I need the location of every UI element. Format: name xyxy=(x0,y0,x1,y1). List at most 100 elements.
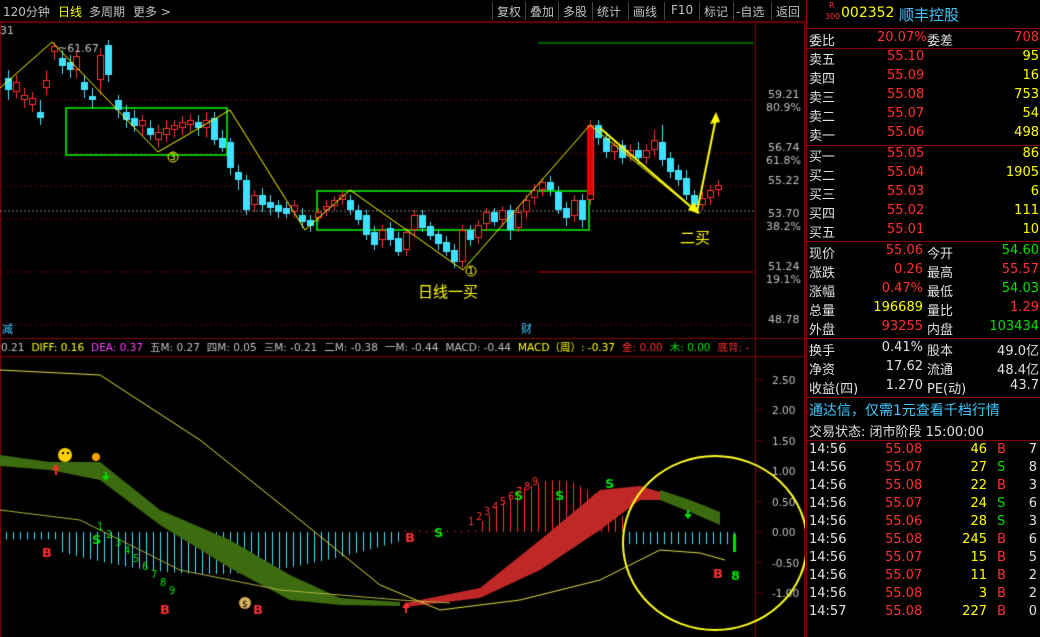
ask-label: 卖一 xyxy=(809,129,836,144)
period-120min-tab[interactable]: 120分钟 xyxy=(3,3,50,20)
stock-header: R 300 002352 顺丰控股 xyxy=(807,1,1040,26)
toolbar-divider xyxy=(558,2,559,20)
quote-value: 196689 xyxy=(873,300,923,315)
tick-side: S xyxy=(997,496,1006,511)
order-diff-value: 708 xyxy=(1014,30,1039,45)
ask-row: 卖五 55.10 95 xyxy=(807,49,1040,68)
promo-text[interactable]: 通达信，仅需1元查看千档行情 xyxy=(809,400,1000,420)
tick-time: 14:56 xyxy=(809,532,847,547)
f10-button[interactable]: F10 xyxy=(671,3,693,17)
tick-price: 55.08 xyxy=(885,604,923,619)
draw-line-button[interactable]: 画线 xyxy=(633,3,657,20)
divider xyxy=(807,28,1040,29)
quote-value: 0.47% xyxy=(881,281,923,296)
tick-time: 14:56 xyxy=(809,496,847,511)
tick-time: 14:56 xyxy=(809,568,847,583)
ask-price: 55.08 xyxy=(887,87,925,102)
ask-volume: 95 xyxy=(1022,49,1039,64)
divider xyxy=(807,241,1040,242)
tick-volume: 27 xyxy=(970,460,987,475)
bid-price: 55.04 xyxy=(887,165,925,180)
tick-volume: 3 xyxy=(978,586,987,601)
ask-row: 卖二 55.07 54 xyxy=(807,106,1040,125)
multi-period-tab[interactable]: 多周期 xyxy=(89,3,125,20)
bid-label: 买四 xyxy=(809,207,836,222)
tick-time: 14:56 xyxy=(809,514,847,529)
more-menu[interactable]: 更多 > xyxy=(133,3,171,20)
tick-price: 55.08 xyxy=(885,442,923,457)
mark-button[interactable]: 标记 xyxy=(704,3,728,20)
quote-value: 55.06 xyxy=(885,243,923,258)
stock-name: 顺丰控股 xyxy=(899,6,960,24)
quote-row: 外盘 93255 内盘 103434 xyxy=(807,319,1040,338)
tick-count: 3 xyxy=(1028,514,1037,529)
tick-time: 14:56 xyxy=(809,460,847,475)
quote-label: 涨幅 xyxy=(809,285,836,300)
tick-price: 55.08 xyxy=(885,478,923,493)
fund-label: 流通 xyxy=(927,363,954,378)
tick-count: 8 xyxy=(1028,460,1037,475)
quote-value: 54.03 xyxy=(1001,281,1039,296)
ask-price: 55.06 xyxy=(887,125,925,140)
tick-volume: 28 xyxy=(970,514,987,529)
ask-label: 卖四 xyxy=(809,72,836,87)
bid-volume: 6 xyxy=(1030,184,1039,199)
ask-label: 卖五 xyxy=(809,53,836,68)
stock-code: 002352 xyxy=(841,5,895,21)
tick-side: B xyxy=(997,586,1006,601)
ask-row: 卖四 55.09 16 xyxy=(807,68,1040,87)
multi-stock-button[interactable]: 多股 xyxy=(563,3,587,20)
quote-value: 1.29 xyxy=(1010,300,1039,315)
bid-row: 买一 55.05 86 xyxy=(807,146,1040,165)
divider xyxy=(807,440,1040,441)
quote-value: 0.26 xyxy=(894,262,923,277)
fund-row: 收益(四) 1.270 PE(动) 43.7 xyxy=(807,378,1040,397)
toolbar-divider xyxy=(664,2,665,20)
quote-label: 外盘 xyxy=(809,323,836,338)
tick-time: 14:56 xyxy=(809,478,847,493)
period-daily-tab[interactable]: 日线 xyxy=(58,3,82,20)
ask-volume: 54 xyxy=(1022,106,1039,121)
tick-count: 0 xyxy=(1028,604,1037,619)
ask-volume: 498 xyxy=(1014,125,1039,140)
tick-row: 14:57 55.08 227 B 0 xyxy=(807,604,1040,622)
promo-banner[interactable]: 通达信，仅需1元查看千档行情 xyxy=(807,400,1040,420)
back-button[interactable]: 返回 xyxy=(776,3,800,20)
quote-label: 涨跌 xyxy=(809,266,836,281)
tick-side: B xyxy=(997,478,1006,493)
fund-value: 49.0亿 xyxy=(997,344,1039,359)
fund-label: 收益(四) xyxy=(809,382,859,397)
fuquan-button[interactable]: 复权 xyxy=(497,3,521,20)
trade-status-text: 交易状态: 闭市阶段 15:00:00 xyxy=(809,425,985,440)
add-favorite-button[interactable]: -自选 xyxy=(736,3,764,20)
ask-label: 卖二 xyxy=(809,110,836,125)
toolbar-divider xyxy=(733,2,734,20)
quote-label: 量比 xyxy=(927,304,954,319)
overlay-button[interactable]: 叠加 xyxy=(530,3,554,20)
tick-time: 14:57 xyxy=(809,604,847,619)
toolbar-divider xyxy=(592,2,593,20)
tick-row: 14:56 55.08 22 B 3 xyxy=(807,478,1040,496)
toolbar-divider xyxy=(699,2,700,20)
ask-price: 55.09 xyxy=(887,68,925,83)
kline-chart[interactable] xyxy=(0,0,805,637)
bid-row: 买四 55.02 111 xyxy=(807,203,1040,222)
tick-price: 55.07 xyxy=(885,460,923,475)
tick-volume: 46 xyxy=(970,442,987,457)
tick-row: 14:56 55.06 28 S 3 xyxy=(807,514,1040,532)
r-badge: R xyxy=(829,1,835,10)
tick-price: 55.08 xyxy=(885,532,923,547)
tick-row: 14:56 55.07 11 B 2 xyxy=(807,568,1040,586)
ask-price: 55.07 xyxy=(887,106,925,121)
toolbar-divider xyxy=(771,2,772,20)
stats-button[interactable]: 统计 xyxy=(597,3,621,20)
fund-value: 43.7 xyxy=(1010,378,1039,393)
bid-row: 买二 55.04 1905 xyxy=(807,165,1040,184)
tick-side: B xyxy=(997,568,1006,583)
tick-side: S xyxy=(997,514,1006,529)
quote-label: 内盘 xyxy=(927,323,954,338)
fund-value: 0.41% xyxy=(881,340,923,355)
toolbar: 120分钟 日线 多周期 更多 > 复权 叠加 多股 统计 画线 F10 标记 … xyxy=(0,0,805,22)
toolbar-divider xyxy=(628,2,629,20)
ask-row: 卖一 55.06 498 xyxy=(807,125,1040,144)
